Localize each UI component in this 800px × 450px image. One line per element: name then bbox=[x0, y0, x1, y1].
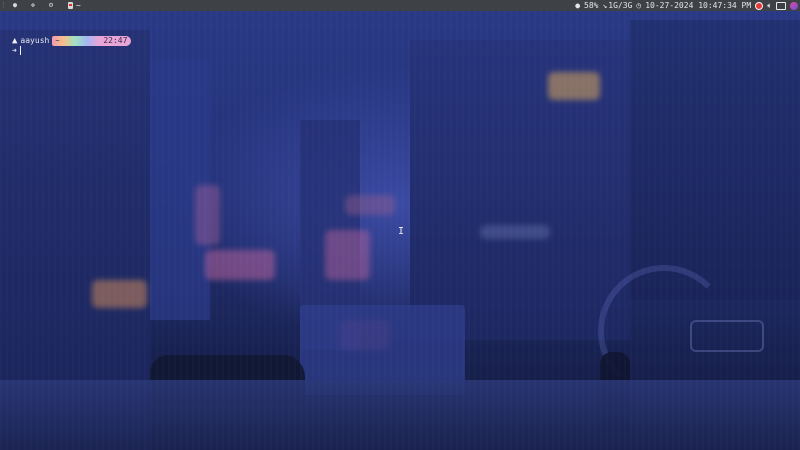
workspace-3-icon[interactable]: ⚙ bbox=[42, 0, 60, 11]
memory-icon: ↘ bbox=[602, 1, 608, 10]
wallpaper-rain-overlay bbox=[0, 0, 800, 450]
terminal-app-icon[interactable] bbox=[68, 2, 73, 9]
text-cursor bbox=[19, 46, 21, 55]
battery-icon: ● bbox=[575, 1, 581, 10]
clock-icon: ◷ bbox=[636, 1, 642, 10]
shell-prompt: ▲ aayush ~ 22:47 bbox=[12, 35, 132, 46]
shell-input-line[interactable]: ➜ bbox=[12, 46, 21, 55]
top-status-bar: ⋮ ● ✥ ⚙ ~ ● 58% ↘ 1G/3G ◷ 10-27-2024 10:… bbox=[0, 0, 800, 11]
prompt-arrow-icon: ➜ bbox=[12, 46, 17, 55]
workspace-2-icon[interactable]: ✥ bbox=[24, 0, 42, 11]
display-icon[interactable] bbox=[776, 1, 786, 10]
active-window-title: ~ bbox=[76, 1, 81, 10]
launcher-icon[interactable] bbox=[790, 1, 798, 10]
workspace-switcher: ⋮ ● ✥ ⚙ ~ bbox=[0, 0, 85, 11]
mouse-ibeam-cursor-icon: I bbox=[398, 226, 405, 237]
memory-usage: 1G/3G bbox=[608, 1, 633, 10]
volume-icon[interactable]: 🔈︎ bbox=[767, 0, 772, 11]
prompt-time: 22:47 bbox=[99, 35, 132, 46]
prompt-path-segment: ~ bbox=[52, 35, 100, 46]
status-tray: ● 58% ↘ 1G/3G ◷ 10-27-2024 10:47:34 PM 🔈… bbox=[571, 0, 800, 11]
prompt-username: aayush bbox=[20, 36, 50, 45]
datetime[interactable]: 10-27-2024 10:47:34 PM bbox=[645, 0, 751, 11]
workspace-1-icon[interactable]: ● bbox=[6, 0, 24, 11]
desktop-wallpaper bbox=[0, 0, 800, 450]
red-app-tray-icon[interactable] bbox=[755, 1, 764, 10]
battery-percent: 58% bbox=[584, 1, 599, 10]
arch-linux-icon: ▲ bbox=[12, 35, 18, 46]
